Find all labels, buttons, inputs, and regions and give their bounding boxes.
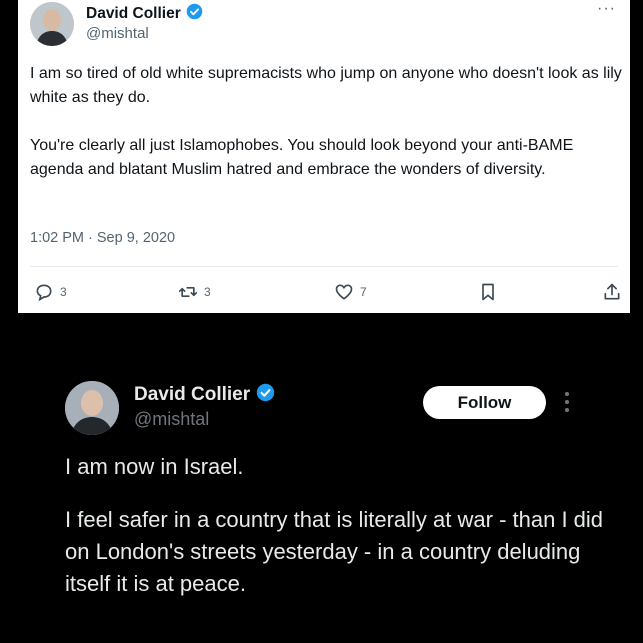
tweet-card-dark: David Collier @mishtal Follow I am now i…	[0, 313, 643, 643]
tweet-paragraph: You're clearly all just Islamophobes. Yo…	[30, 137, 574, 178]
bookmark-icon	[482, 283, 494, 301]
verified-badge-icon	[256, 383, 275, 407]
author-handle[interactable]: @mishtal	[86, 25, 149, 42]
heart-icon	[335, 284, 353, 300]
author-name[interactable]: David Collier	[134, 384, 250, 406]
reply-count: 3	[60, 285, 67, 299]
retweet-button[interactable]: 3	[178, 282, 211, 302]
share-button[interactable]	[602, 282, 622, 302]
tweet-text: I am so tired of old white supremacists …	[30, 62, 626, 206]
retweet-count: 3	[204, 285, 211, 299]
author-avatar[interactable]	[30, 2, 74, 46]
like-button[interactable]: 7	[334, 282, 367, 302]
author-avatar[interactable]	[65, 381, 119, 435]
tweet-paragraph: I am so tired of old white supremacists …	[30, 65, 622, 106]
like-count: 7	[360, 285, 367, 299]
more-options-icon[interactable]	[561, 389, 573, 415]
tweet-paragraph: I feel safer in a country that is litera…	[65, 507, 604, 596]
retweet-icon	[178, 287, 198, 297]
verified-badge-icon	[186, 3, 203, 25]
follow-button[interactable]: Follow	[423, 386, 546, 419]
divider	[30, 266, 618, 267]
reply-icon	[36, 284, 52, 302]
author-handle[interactable]: @mishtal	[134, 409, 209, 430]
tweet-timestamp[interactable]: 1:02 PM · Sep 9, 2020	[30, 230, 175, 246]
author-name[interactable]: David Collier	[86, 5, 181, 23]
bookmark-button[interactable]	[478, 282, 498, 302]
reply-button[interactable]: 3	[34, 282, 67, 302]
more-options-icon[interactable]: ···	[597, 0, 616, 18]
tweet-paragraph: I am now in Israel.	[65, 454, 244, 479]
tweet-actions: 3 3 7	[34, 282, 624, 304]
share-icon	[604, 283, 620, 300]
tweet-card-light: David Collier @mishtal ··· I am so tired…	[18, 0, 630, 313]
tweet-text: I am now in Israel. I feel safer in a co…	[65, 451, 625, 621]
